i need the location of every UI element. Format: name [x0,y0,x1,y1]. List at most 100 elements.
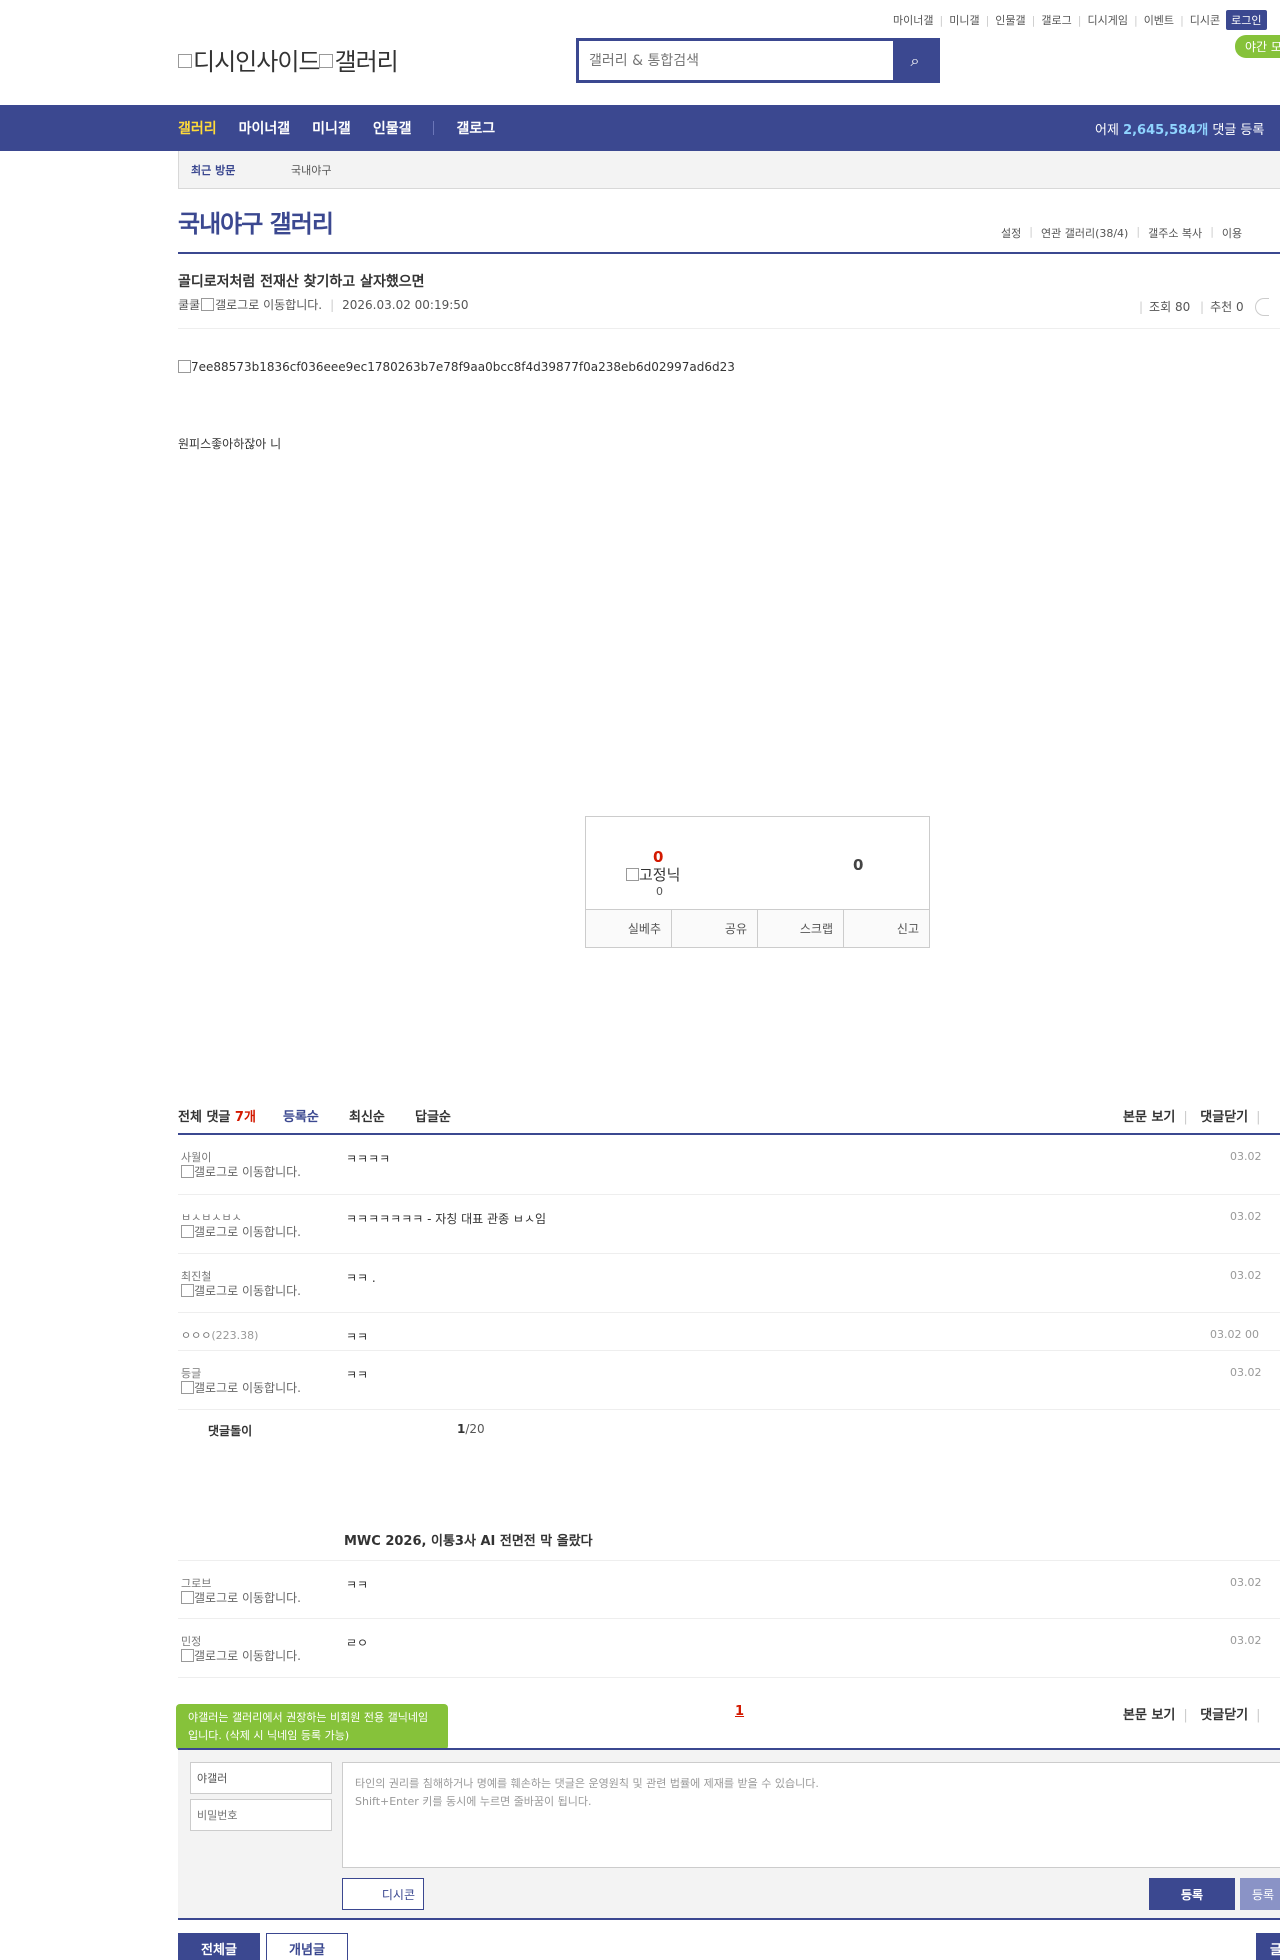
gallog-alt-text: 갤로그로 이동합니다. [194,1284,301,1298]
view-body-link[interactable]: 본문 보기 [1123,1110,1175,1125]
related-gallery-link[interactable]: 연관 갤러리(38/4) [1041,225,1128,241]
sort-registered-tab[interactable]: 등록순 [283,1106,319,1125]
nav-mini[interactable]: 미니갤 [312,118,351,138]
gallog-icon[interactable]: 갤로그로 이동합니다. [181,1225,303,1239]
dory-news-link[interactable]: MWC 2026, 이통3사 AI 전면전 막 올랐다 [344,1530,593,1549]
comment-text: ㅋㅋ [346,1330,369,1344]
gallog-alt-text: 갤로그로 이동합니다. [194,1165,301,1179]
nav-minor[interactable]: 마이너갤 [239,118,291,138]
top-menu-gallog[interactable]: 갤로그 [1041,12,1071,28]
nav-person[interactable]: 인물갤 [373,118,412,138]
gallog-icon[interactable]: 갤로그로 이동합니다. [181,1591,303,1605]
total-comments-label: 전체 댓글 [178,1110,231,1125]
fixed-nick-alt: 고정닉 [639,866,681,884]
post-recommend: 추천 0 [1210,300,1244,314]
comment-nick[interactable]: 등글 갤로그로 이동합니다. [181,1365,311,1395]
site-logo[interactable]: 디시인사이드 갤러리 [178,42,399,77]
real-best-button[interactable]: 실베추 [586,910,672,947]
concept-posts-button[interactable]: 개념글 [266,1933,348,1960]
comment-row: ㅇㅇㅇ(223.38) ㅋㅋ 03.02 00 [178,1313,1280,1351]
dccon-button[interactable]: 디시콘 [342,1878,424,1910]
comment-textarea[interactable]: 타인의 권리를 침해하거나 명예를 훼손하는 댓글은 운영원칙 및 관련 법률에… [342,1762,1280,1868]
report-button[interactable]: 신고 [844,910,929,947]
nickname-field[interactable] [190,1762,332,1794]
search-input[interactable] [579,41,893,80]
comment-date: 03.02 [1230,1150,1262,1163]
top-menu-event[interactable]: 이벤트 [1144,12,1174,28]
comment-stat: 어제 2,645,584개 댓글 등록 [1095,119,1264,138]
comment-nick[interactable]: 민정 갤로그로 이동합니다. [181,1633,311,1663]
comment-page-1[interactable]: 1 [735,1704,744,1719]
gallog-icon[interactable]: 갤로그로 이동합니다. [181,1284,303,1298]
view-body-link[interactable]: 본문 보기 [1123,1708,1175,1723]
nav-gallery[interactable]: 갤러리 [178,118,217,138]
login-button[interactable]: 로그인 [1226,10,1267,30]
top-menu-dccon[interactable]: 디시콘 [1190,12,1220,28]
comment-ip: (223.38) [211,1329,259,1342]
top-menu-minor[interactable]: 마이너갤 [893,12,933,28]
share-button[interactable]: 공유 [672,910,758,947]
recent-visit-label: 최근 방문 [191,163,236,177]
gallery-settings-link[interactable]: 설정 [1001,225,1021,241]
recommend-actions: 실베추 공유 스크랩 신고 [586,909,929,947]
sort-latest-tab[interactable]: 최신순 [349,1106,385,1125]
comment-nick[interactable]: 사월이 갤로그로 이동합니다. [181,1149,311,1179]
post-body: 원피스좋아하잖아 니 [178,437,282,451]
nav-divider [433,121,435,135]
comment-nick-text: ㅂㅅㅂㅅㅂㅅ [181,1211,242,1224]
recent-visit-gallery[interactable]: 국내야구 [291,162,331,178]
recent-visit-bar: 최근 방문 국내야구 [178,151,1280,189]
top-menu: 마이너갤 | 미니갤 | 인물갤 | 갤로그 | 디시게임 | 이벤트 | 디시콘 로그인 [893,10,1267,30]
all-posts-button[interactable]: 전체글 [178,1933,260,1960]
gallog-icon[interactable] [201,298,215,311]
gallog-icon[interactable]: 갤로그로 이동합니다. [181,1165,303,1179]
top-menu-game[interactable]: 디시게임 [1087,12,1127,28]
night-mode-button[interactable]: 야간 모 [1235,35,1280,58]
sort-reply-tab[interactable]: 답글순 [415,1106,451,1125]
gallog-icon[interactable]: 갤로그로 이동합니다. [181,1649,303,1663]
comment-nick[interactable]: 최진철 갤로그로 이동합니다. [181,1268,311,1298]
usage-link[interactable]: 이용 [1222,225,1242,241]
broken-image-icon [178,360,191,373]
submit-recommend-button[interactable]: 등록 [1240,1878,1280,1910]
broken-image-icon [181,1591,194,1604]
copy-address-link[interactable]: 갤주소 복사 [1148,225,1202,241]
nickname-tooltip: 야갤러는 갤러리에서 권장하는 비회원 전용 갤닉네임입니다. (삭제 시 닉네… [176,1704,448,1757]
broken-image-icon [626,868,639,881]
password-field[interactable] [190,1799,332,1831]
meta-divider [178,328,1280,329]
gallery-tools: 설정 | 연관 갤러리(38/4) | 갤주소 복사 | 이용 [1001,225,1243,241]
stat-prefix: 어제 [1095,123,1119,138]
broken-image-icon [319,54,334,68]
title-divider [178,252,1280,254]
post-image-alt: 7ee88573b1836cf036eee9ec1780263b7e78f9aa… [191,360,735,374]
comment-nick-text: 민정 [181,1635,202,1648]
write-post-button[interactable]: 글 [1256,1933,1280,1960]
fixed-nick-recommend: 고정닉 [626,864,680,885]
gallery-title[interactable]: 국내야구 갤러리 [178,204,334,239]
comment-date: 03.02 [1230,1634,1262,1647]
recommend-down-count[interactable]: 0 [853,856,863,874]
comment-nick[interactable]: 그로브 갤로그로 이동합니다. [181,1575,311,1605]
search-button[interactable]: ⌕ [893,41,937,80]
scrap-button[interactable]: 스크랩 [758,910,844,947]
post-stats: | 조회 80 | 추천 0 [1133,298,1270,316]
close-comments-link[interactable]: 댓글닫기 [1200,1708,1248,1723]
comment-row: ㅂㅅㅂㅅㅂㅅ 갤로그로 이동합니다. ㅋㅋㅋㅋㅋㅋㅋ - 자칭 대표 관종 ㅂㅅ… [178,1195,1280,1254]
comment-row: 그로브 갤로그로 이동합니다. ㅋㅋ 03.02 [178,1560,1280,1619]
comment-nick-text: ㅇㅇㅇ [181,1329,212,1342]
post-image[interactable]: 7ee88573b1836cf036eee9ec1780263b7e78f9aa… [178,360,735,374]
comment-nick[interactable]: ㅂㅅㅂㅅㅂㅅ 갤로그로 이동합니다. [181,1209,311,1239]
top-menu-mini[interactable]: 미니갤 [949,12,979,28]
top-menu-person[interactable]: 인물갤 [995,12,1025,28]
dory-pager[interactable]: 1/20 [457,1422,485,1436]
comment-row: 민정 갤로그로 이동합니다. ㄹㅇ 03.02 [178,1619,1280,1678]
nav-gallog[interactable]: 갤로그 [456,118,495,138]
comment-nick[interactable]: ㅇㅇㅇ(223.38) [181,1327,311,1343]
comment-textarea-line1: 타인의 권리를 침해하거나 명예를 훼손하는 댓글은 운영원칙 및 관련 법률에… [355,1777,819,1790]
gallog-icon[interactable]: 갤로그로 이동합니다. [181,1381,303,1395]
comment-jump-button[interactable] [1255,298,1270,316]
post-author[interactable]: 쿨쿨 [178,296,200,313]
submit-button[interactable]: 등록 [1149,1878,1235,1910]
close-comments-link[interactable]: 댓글닫기 [1200,1110,1248,1125]
